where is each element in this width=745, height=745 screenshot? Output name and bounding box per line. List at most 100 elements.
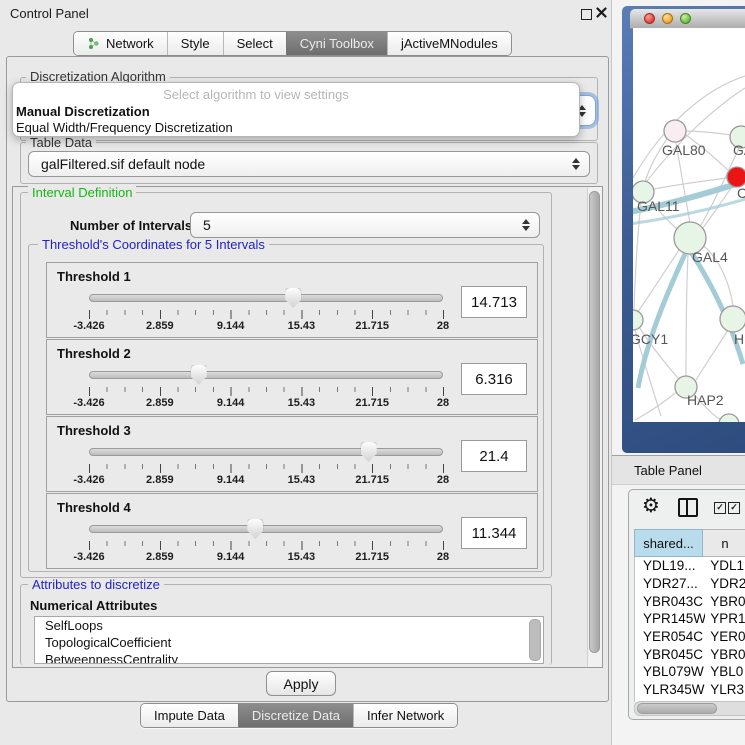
algorithm-dropdown-popup: Select algorithm to view settings Manual… <box>12 82 580 137</box>
bottom-tab-bar: Impute Data Discretize Data Infer Networ… <box>140 703 458 728</box>
table-body: YDL19...YDL1 YDR27...YDR2 YBR043CYBR0 YP… <box>634 557 745 702</box>
threshold-4-slider[interactable]: -3.426 2.859 9.144 15.43 21.715 28 <box>89 518 443 564</box>
threshold-3-label: Threshold 3 <box>57 423 131 438</box>
table-data-value: galFiltered.sif default node <box>41 156 205 172</box>
table-data-combobox[interactable]: galFiltered.sif default node <box>28 151 590 177</box>
tab-style[interactable]: Style <box>167 32 223 55</box>
tab-cyni-toolbox[interactable]: Cyni Toolbox <box>286 32 387 55</box>
checkbox-icon[interactable]: ✓ <box>714 502 726 514</box>
list-item[interactable]: BetweennessCentrality <box>35 651 543 664</box>
list-item[interactable]: SelfLoops <box>35 617 543 634</box>
node-label-gcy1: GCY1 <box>633 331 668 347</box>
node-label-gal80: GAL80 <box>662 142 706 158</box>
network-tab-icon <box>87 37 100 50</box>
tab-jactivemnodules[interactable]: jActiveMNodules <box>387 32 511 55</box>
number-of-intervals-label: Number of Intervals <box>70 218 192 233</box>
threshold-3-panel: Threshold 3 -3.426 2.859 9.144 15.43 21.… <box>46 416 538 492</box>
node-gcy1[interactable] <box>633 310 643 330</box>
network-graph: GAL80 GA C GAL11 GAL4 GCY1 H HAP2 <box>633 28 745 422</box>
table-row[interactable]: YDL19...YDL1 <box>635 557 745 575</box>
table-row[interactable]: YPR145WYPR1 <box>635 610 745 628</box>
threshold-1-panel: Threshold 1 -3.426 2.859 9.144 15.43 21.… <box>46 262 538 338</box>
slider-track[interactable] <box>89 525 443 533</box>
slider-track[interactable] <box>89 371 443 379</box>
table-panel-window: ⚙ ✓ ✓ shared... n YDL19...YDL1 YDR27...Y… <box>628 489 745 720</box>
threshold-2-panel: Threshold 2 -3.426 2.859 9.144 15.43 21.… <box>46 339 538 415</box>
mac-minimize-button[interactable] <box>662 13 673 24</box>
dropdown-hint: Select algorithm to view settings <box>13 87 499 102</box>
threshold-1-slider[interactable]: -3.426 2.859 9.144 15.43 21.715 28 <box>89 287 443 333</box>
node-label-hap2: HAP2 <box>687 392 724 408</box>
threshold-2-slider[interactable]: -3.426 2.859 9.144 15.43 21.715 28 <box>89 364 443 410</box>
number-of-intervals-combobox[interactable]: 5 <box>190 212 540 238</box>
vertical-scrollbar-thumb[interactable] <box>589 191 600 653</box>
slider-thumb[interactable] <box>361 442 377 462</box>
slider-track[interactable] <box>89 294 443 302</box>
thresholds-group-title: Threshold's Coordinates for 5 Intervals <box>38 238 269 251</box>
table-row[interactable]: YBR045CYBR0 <box>635 645 745 663</box>
mac-zoom-button[interactable] <box>680 13 691 24</box>
node-gal80[interactable] <box>664 120 686 142</box>
network-view-window: GAL80 GA C GAL11 GAL4 GCY1 H HAP2 <box>622 6 745 453</box>
close-icon[interactable] <box>596 6 608 20</box>
number-of-intervals-value: 5 <box>203 217 211 233</box>
control-panel-window: Control Panel Network Style Select Cyni … <box>0 0 612 745</box>
tab-label: Network <box>106 36 154 51</box>
checkbox-icon[interactable]: ✓ <box>728 502 740 514</box>
table-row[interactable]: YBL079WYBL0 <box>635 663 745 681</box>
split-pane-icon[interactable] <box>678 498 698 517</box>
table-panel-header: Table Panel <box>612 455 745 485</box>
slider-thumb[interactable] <box>191 365 207 385</box>
list-scrollbar-thumb[interactable] <box>529 619 541 661</box>
interval-definition-title: Interval Definition <box>28 186 136 199</box>
numerical-attributes-label: Numerical Attributes <box>30 598 157 613</box>
tab-discretize-data[interactable]: Discretize Data <box>238 704 353 727</box>
node-label-partial-c: C <box>737 185 745 201</box>
table-row[interactable]: YLR345WYLR3 <box>635 681 745 699</box>
column-header-shared-name[interactable]: shared... <box>634 529 703 557</box>
dropdown-option-manual[interactable]: Manual Discretization <box>16 104 150 119</box>
table-row[interactable]: YDR27...YDR2 <box>635 575 745 593</box>
threshold-2-label: Threshold 2 <box>57 346 131 361</box>
column-header-name[interactable]: n <box>703 529 745 557</box>
table-header-row: shared... n <box>634 529 745 557</box>
slider-thumb[interactable] <box>285 288 301 308</box>
apply-button[interactable]: Apply <box>266 671 336 696</box>
tab-impute-data[interactable]: Impute Data <box>141 704 238 727</box>
window-title: Control Panel <box>10 6 89 21</box>
chevron-updown-icon <box>522 219 530 231</box>
tab-infer-network[interactable]: Infer Network <box>353 704 457 727</box>
slider-track[interactable] <box>89 448 443 456</box>
threshold-3-slider[interactable]: -3.426 2.859 9.144 15.43 21.715 28 <box>89 441 443 487</box>
node-bottom[interactable] <box>719 414 739 422</box>
numerical-attributes-list: SelfLoops TopologicalCoefficient Between… <box>34 616 544 664</box>
application-root: Control Panel Network Style Select Cyni … <box>0 0 745 745</box>
node-right-mid[interactable] <box>720 306 745 332</box>
mac-close-button[interactable] <box>644 13 655 24</box>
node-red[interactable] <box>727 167 745 187</box>
slider-thumb[interactable] <box>247 519 263 539</box>
chevron-updown-icon <box>572 158 580 170</box>
horizontal-scrollbar[interactable] <box>634 701 745 716</box>
vertical-scrollbar[interactable] <box>587 187 602 667</box>
table-row[interactable]: YER054CYER0 <box>635 628 745 646</box>
tab-select[interactable]: Select <box>223 32 286 55</box>
list-item[interactable]: TopologicalCoefficient <box>35 634 543 651</box>
gear-icon[interactable]: ⚙ <box>642 495 660 515</box>
network-window-titlebar[interactable] <box>630 9 745 29</box>
threshold-2-value-field[interactable] <box>461 363 527 395</box>
network-canvas[interactable]: GAL80 GA C GAL11 GAL4 GCY1 H HAP2 <box>633 28 745 422</box>
threshold-4-label: Threshold 4 <box>57 500 131 515</box>
tab-network[interactable]: Network <box>74 32 167 55</box>
node-label-partial-h: H <box>734 331 744 347</box>
table-data-title: Table Data <box>26 136 96 149</box>
horizontal-scrollbar-thumb[interactable] <box>637 703 717 714</box>
threshold-1-value-field[interactable] <box>461 286 527 318</box>
threshold-3-value-field[interactable] <box>461 440 527 472</box>
float-window-icon[interactable] <box>581 9 592 20</box>
threshold-4-value-field[interactable] <box>461 517 527 549</box>
dropdown-option-equal-width[interactable]: Equal Width/Frequency Discretization <box>16 120 233 135</box>
node-label-partial-right: GA <box>733 142 745 158</box>
table-row[interactable]: YBR043CYBR0 <box>635 592 745 610</box>
table-panel-title: Table Panel <box>634 463 702 478</box>
